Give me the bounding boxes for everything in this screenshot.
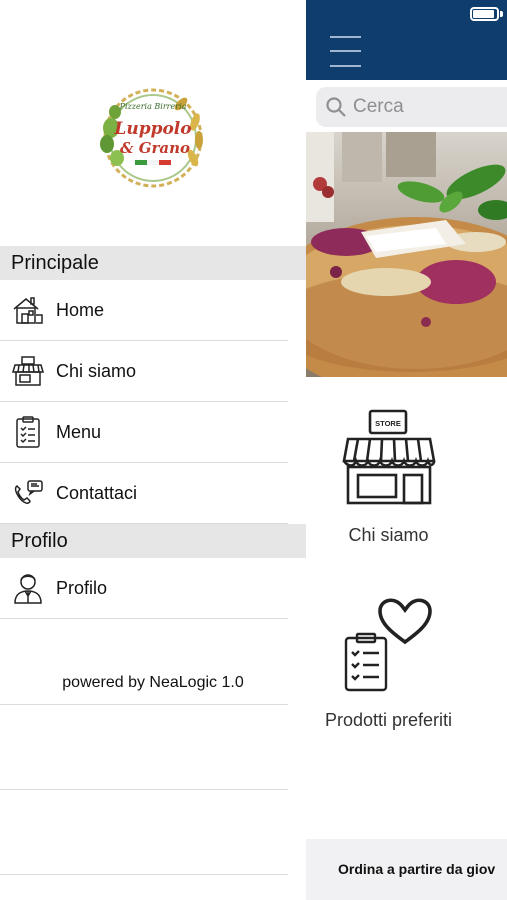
hero-pizza-image [306, 132, 507, 377]
section-header-principale: Principale [0, 246, 306, 280]
drawer-item-contattaci-label: Contattaci [56, 482, 138, 503]
divider [0, 789, 288, 790]
user-icon [11, 571, 45, 605]
logo-text-top: Pizzeria Birreria [119, 102, 187, 111]
phone-chat-icon [11, 476, 45, 510]
drawer-item-home[interactable]: Home [0, 280, 288, 341]
bottom-order-text: Ordina a partire da giov [338, 861, 496, 877]
tile-prodotti-preferiti-label: Prodotti preferiti [324, 710, 453, 730]
section-header-profilo: Profilo [0, 524, 306, 558]
main-panel: STORE Chi siamo Prodotti preferiti Ordin… [306, 0, 507, 900]
battery-tip [500, 11, 503, 17]
drawer-item-menu[interactable]: Menu [0, 402, 288, 463]
store-icon [11, 354, 45, 388]
drawer-item-home-label: Home [56, 299, 105, 320]
heart-icon [378, 598, 432, 645]
search-box[interactable] [316, 87, 507, 127]
restaurant-logo: Pizzeria Birreria Luppolo & Grano [95, 82, 211, 194]
drawer-item-menu-label: Menu [56, 421, 102, 442]
battery-icon [470, 7, 499, 21]
search-input[interactable] [353, 96, 493, 118]
tile-chi-siamo[interactable]: STORE Chi siamo [306, 405, 471, 555]
drawer-item-chi-siamo[interactable]: Chi siamo [0, 341, 288, 402]
navigation-drawer: Pizzeria Birreria Luppolo & Grano Princi… [0, 0, 306, 900]
bottom-order-bar[interactable]: Ordina a partire da giov [306, 839, 507, 900]
logo-text-main: Luppolo [113, 119, 191, 139]
drawer-item-chi-siamo-label: Chi siamo [56, 360, 137, 381]
tile-prodotti-preferiti[interactable]: Prodotti preferiti [306, 590, 471, 740]
divider [0, 704, 288, 705]
clipboard-list-icon [11, 415, 45, 449]
drawer-item-profilo-label: Profilo [56, 577, 108, 598]
store-icon: STORE [342, 409, 436, 505]
house-icon [11, 293, 45, 327]
logo-text-sub: & Grano [120, 139, 190, 157]
search-bar [306, 80, 507, 132]
drawer-item-profilo[interactable]: Profilo [0, 558, 288, 619]
tile-chi-siamo-label: Chi siamo [348, 525, 429, 545]
powered-by-text: powered by NeaLogic 1.0 [62, 674, 244, 691]
store-sign-label: STORE [375, 419, 401, 428]
drawer-item-contattaci[interactable]: Contattaci [0, 463, 288, 524]
top-bar [306, 0, 507, 80]
favorites-icon [344, 598, 432, 692]
hamburger-icon[interactable] [330, 34, 362, 70]
search-icon [326, 97, 346, 117]
divider [0, 874, 288, 875]
